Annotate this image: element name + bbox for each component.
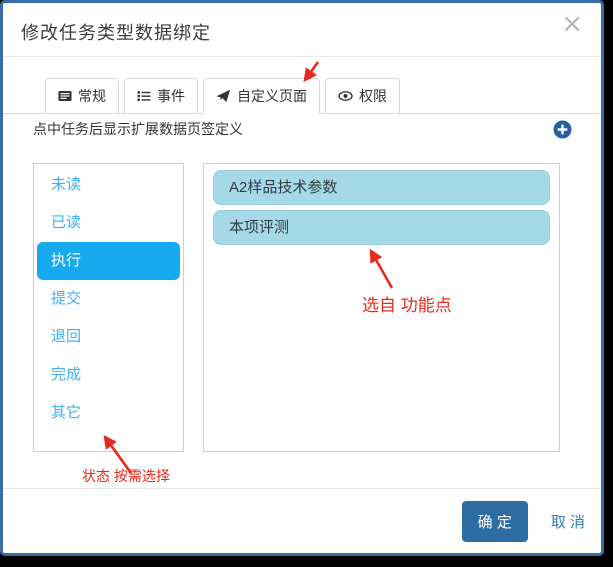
list-icon <box>137 89 151 103</box>
binding-panels: 未读 已读 执行 提交 退回 完成 其它 A2样品技术参数 本项评测 <box>33 163 560 452</box>
screenshot-stage: 修改任务类型数据绑定 × 常规 事件 自定义页面 <box>0 0 613 567</box>
dialog-title: 修改任务类型数据绑定 <box>21 19 211 45</box>
tab-label: 权限 <box>359 86 387 106</box>
form-icon <box>58 89 72 103</box>
page-pill[interactable]: 本项评测 <box>213 210 550 245</box>
eye-icon <box>338 89 353 103</box>
close-icon[interactable]: × <box>561 11 583 37</box>
tab-custom-page[interactable]: 自定义页面 <box>203 78 320 114</box>
section-label: 点中任务后显示扩展数据页签定义 <box>33 119 243 139</box>
section-header: 点中任务后显示扩展数据页签定义 <box>33 119 573 139</box>
tab-label: 事件 <box>157 86 185 106</box>
tab-label: 常规 <box>78 86 106 106</box>
status-item-execute[interactable]: 执行 <box>37 242 180 280</box>
dialog-footer: 确 定 取 消 <box>3 488 601 553</box>
page-pill[interactable]: A2样品技术参数 <box>213 170 550 205</box>
tab-label: 自定义页面 <box>237 86 307 106</box>
status-item-read[interactable]: 已读 <box>37 204 180 242</box>
status-item-unread[interactable]: 未读 <box>37 166 180 204</box>
dialog-header: 修改任务类型数据绑定 × <box>3 3 601 57</box>
status-item-complete[interactable]: 完成 <box>37 356 180 394</box>
annotation-status-note: 状态 按需选择 <box>82 466 170 486</box>
tab-permissions[interactable]: 权限 <box>325 78 400 114</box>
paper-plane-icon <box>216 89 231 103</box>
status-item-other[interactable]: 其它 <box>37 394 180 432</box>
tab-general[interactable]: 常规 <box>45 78 119 114</box>
status-list: 未读 已读 执行 提交 退回 完成 其它 <box>33 163 184 452</box>
ok-button[interactable]: 确 定 <box>462 501 528 542</box>
annotation-pages-note: 选自 功能点 <box>362 291 452 316</box>
status-item-return[interactable]: 退回 <box>37 318 180 356</box>
tab-bar: 常规 事件 自定义页面 权限 <box>3 78 601 114</box>
tab-events[interactable]: 事件 <box>124 78 198 114</box>
plus-circle-icon[interactable] <box>553 119 573 139</box>
status-item-submit[interactable]: 提交 <box>37 280 180 318</box>
cancel-button[interactable]: 取 消 <box>551 511 585 532</box>
